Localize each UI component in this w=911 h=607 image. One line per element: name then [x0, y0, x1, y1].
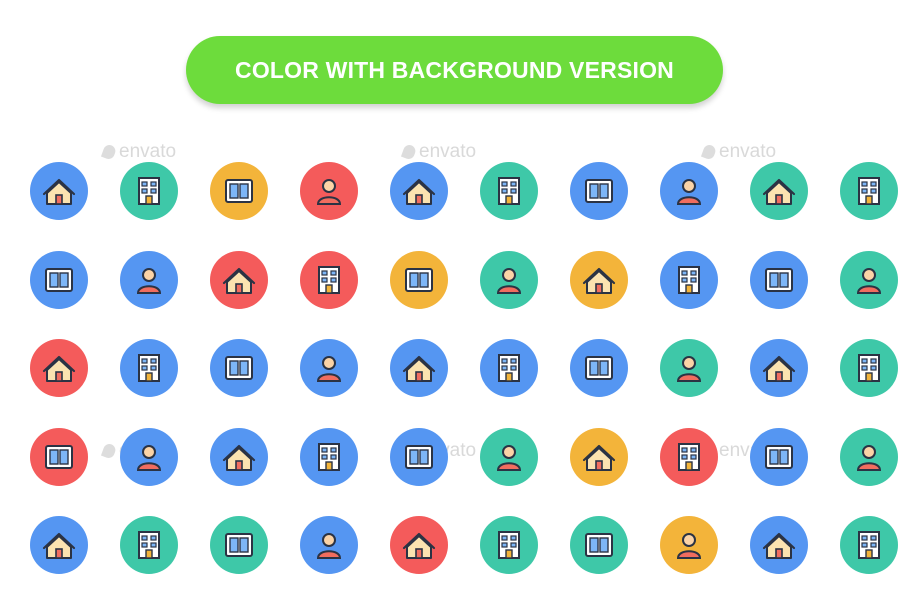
- wheelbarrow-icon: [480, 516, 538, 574]
- online-property-icon: [390, 516, 448, 574]
- icon-row: [30, 516, 898, 576]
- resident-icon: [570, 427, 628, 486]
- icon-row: [30, 250, 898, 311]
- family-home-icon: [300, 427, 358, 486]
- watermark-text: envato: [719, 141, 777, 162]
- bath-relax-icon: [660, 250, 718, 309]
- watermark-text: envato: [419, 141, 477, 162]
- skyscraper-icon: [840, 250, 898, 309]
- watermark: envato: [100, 141, 177, 163]
- villa-icon: [210, 339, 268, 397]
- property-discount-icon: [300, 250, 358, 309]
- factory-icon: [210, 516, 268, 574]
- envato-leaf-icon: [100, 143, 118, 161]
- house-insurance-icon: [750, 516, 808, 574]
- government-building-icon: [750, 250, 808, 309]
- house-tools-icon: [840, 162, 898, 220]
- house-coins-icon: [660, 427, 718, 486]
- title-banner: COLOR WITH BACKGROUND VERSION: [186, 36, 723, 104]
- envato-leaf-icon: [400, 143, 418, 161]
- homeowner-icon: [570, 339, 628, 397]
- swimming-pool-icon: [30, 162, 88, 220]
- neighborhood-icon: [390, 427, 448, 486]
- mosque-icon: [660, 162, 718, 220]
- icon-row: [30, 427, 898, 488]
- lift-people-icon: [300, 162, 358, 220]
- watermark-text: envato: [119, 141, 177, 162]
- banner-text: COLOR WITH BACKGROUND VERSION: [235, 56, 674, 83]
- real-estate-agent-icon: [750, 162, 808, 220]
- apartment-block-icon: [660, 339, 718, 397]
- house-heating-icon: [300, 516, 358, 574]
- house-repair-icon: [480, 162, 538, 220]
- property-presentation-icon: [570, 516, 628, 574]
- bank-icon: [210, 427, 268, 486]
- cottage-icon: [210, 250, 268, 309]
- love-home-icon: [840, 516, 898, 574]
- suburban-house-icon: [30, 516, 88, 574]
- construction-worker-icon: [480, 250, 538, 309]
- family-house-icon: [840, 339, 898, 397]
- house-money-icon: [120, 339, 178, 397]
- watermark: envato: [700, 141, 777, 163]
- waterfront-house-icon: [120, 250, 178, 309]
- bathtub-shower-icon: [390, 250, 448, 309]
- property-contract-icon: [570, 250, 628, 309]
- apartment-building-icon: [390, 162, 448, 220]
- icon-row: [30, 162, 898, 222]
- icon-row: [30, 339, 898, 399]
- store-icon: [30, 250, 88, 309]
- toolbox-icon: [480, 427, 538, 486]
- farm-barn-icon: [840, 427, 898, 486]
- home-outdoor-icon: [480, 339, 538, 397]
- church-icon: [120, 516, 178, 574]
- elevator-icon: [210, 162, 268, 220]
- house-keys-icon: [570, 162, 628, 220]
- property-network-icon: [660, 516, 718, 574]
- hotel-icon: [750, 339, 808, 397]
- envato-leaf-icon: [700, 143, 718, 161]
- mortgage-document-icon: [30, 427, 88, 486]
- robotic-arm-icon: [300, 339, 358, 397]
- city-buildings-icon: [390, 339, 448, 397]
- house-tree-icon: [120, 427, 178, 486]
- window-icon: [120, 162, 178, 220]
- watermark: envato: [400, 141, 477, 163]
- home-person-icon: [750, 427, 808, 486]
- office-tower-icon: [30, 339, 88, 397]
